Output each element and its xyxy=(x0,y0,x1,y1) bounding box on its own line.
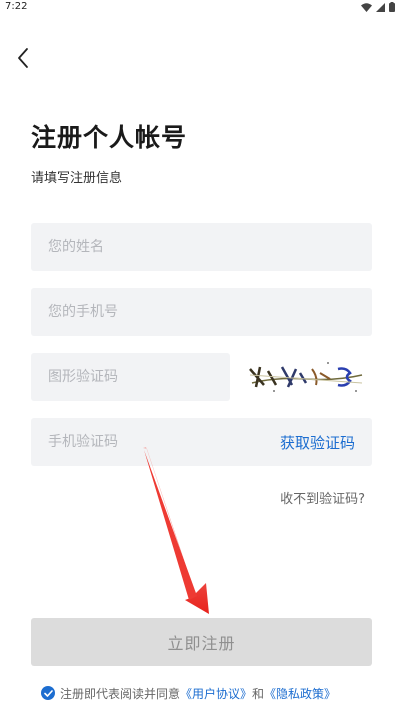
wifi-icon xyxy=(361,2,372,12)
agreement-row: 注册即代表阅读并同意 《用户协议》 和 《隐私政策》 xyxy=(41,684,336,702)
phone-field xyxy=(31,288,372,336)
status-icons xyxy=(361,2,395,12)
name-input[interactable] xyxy=(31,223,372,271)
battery-icon xyxy=(389,2,395,12)
get-code-button[interactable]: 获取验证码 xyxy=(280,432,355,453)
captcha-image[interactable] xyxy=(246,355,366,397)
name-field xyxy=(31,223,372,271)
agreement-and: 和 xyxy=(252,686,265,701)
captcha-field xyxy=(31,353,230,401)
page-title: 注册个人帐号 xyxy=(31,123,188,152)
agreement-text: 注册即代表阅读并同意 xyxy=(60,686,181,701)
status-time: 7:22 xyxy=(5,1,28,12)
sms-code-input[interactable] xyxy=(31,418,261,466)
user-agreement-link[interactable]: 《用户协议》 xyxy=(180,685,252,702)
register-button[interactable]: 立即注册 xyxy=(31,618,372,666)
page-subtitle: 请填写注册信息 xyxy=(31,171,123,186)
back-button[interactable] xyxy=(10,46,36,74)
phone-input[interactable] xyxy=(31,288,372,336)
captcha-input[interactable] xyxy=(31,353,230,401)
agreement-checkbox[interactable] xyxy=(41,686,55,700)
check-icon xyxy=(43,686,53,700)
sms-code-field: 获取验证码 xyxy=(31,418,372,466)
no-code-link[interactable]: 收不到验证码? xyxy=(280,488,365,507)
status-bar: 7:22 xyxy=(0,0,403,14)
chevron-left-icon xyxy=(16,47,30,73)
privacy-policy-link[interactable]: 《隐私政策》 xyxy=(264,685,336,702)
signal-icon xyxy=(376,2,385,12)
